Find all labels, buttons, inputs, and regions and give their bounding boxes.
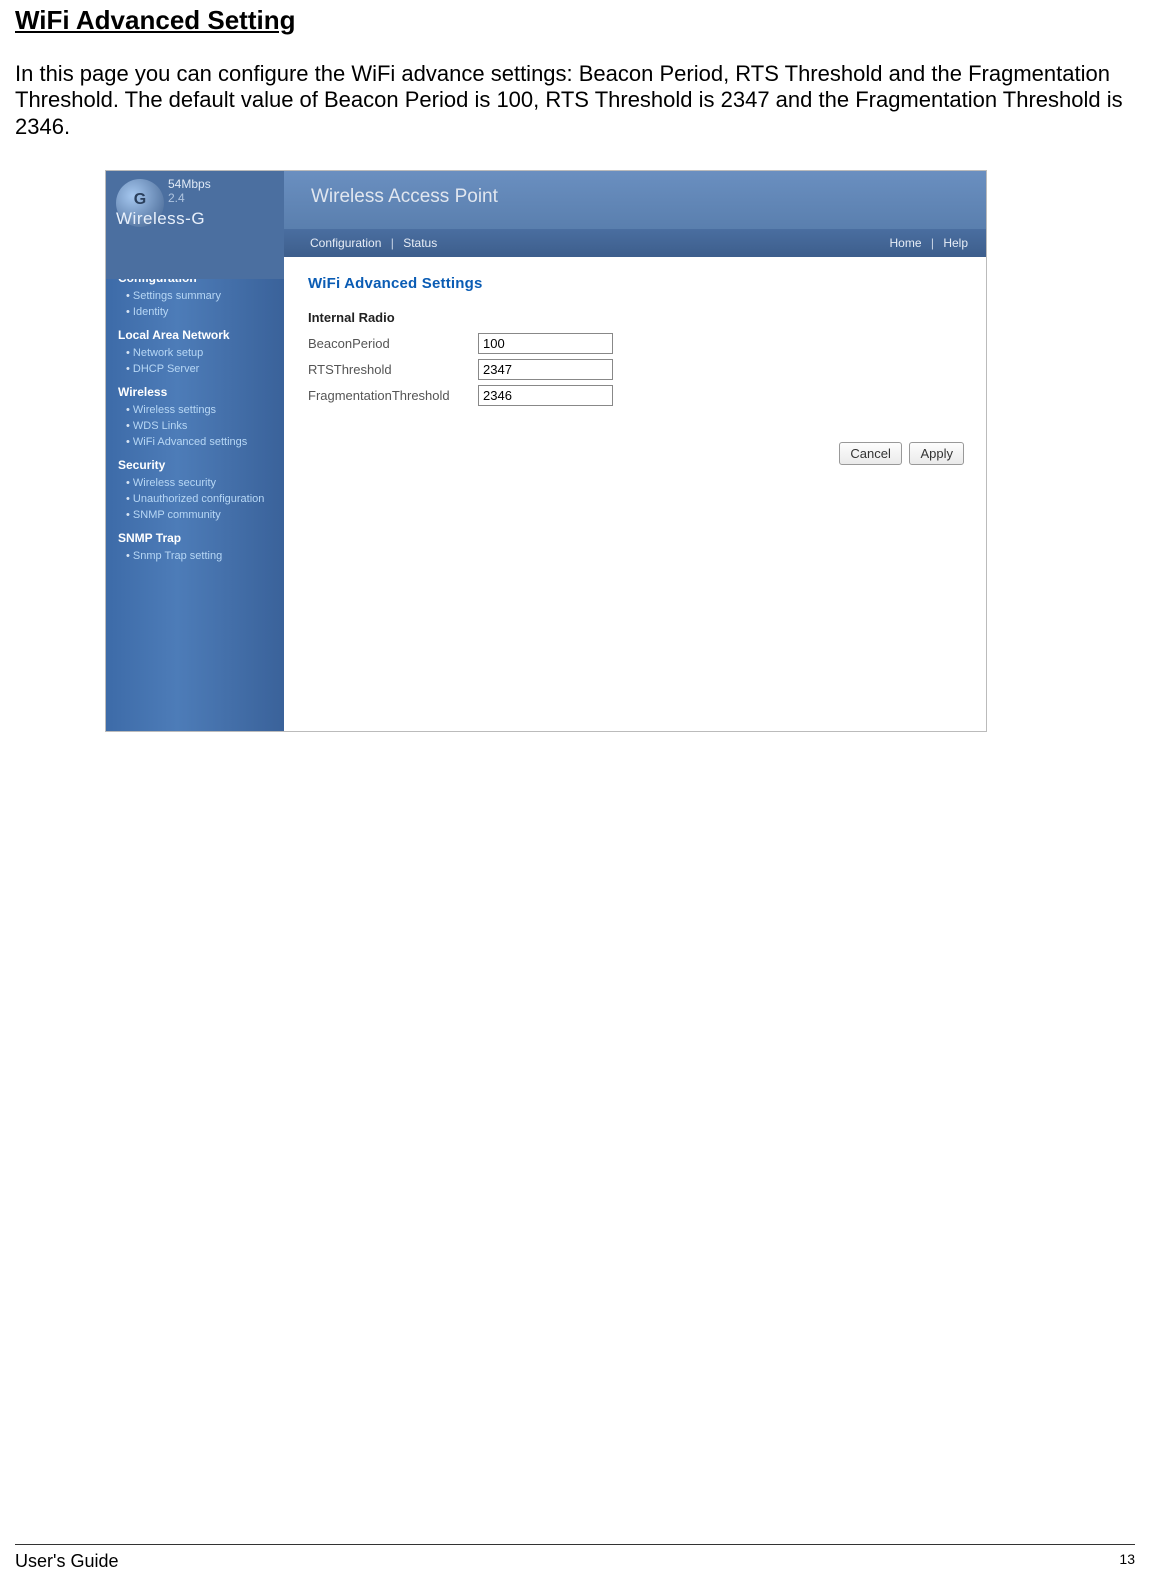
- page-number: 13: [1119, 1551, 1135, 1567]
- product-title: Wireless Access Point: [311, 186, 498, 208]
- sidebar-item-identity[interactable]: Identity: [106, 304, 284, 320]
- nav-configuration[interactable]: Configuration: [310, 236, 381, 250]
- nav-separator: |: [391, 236, 394, 250]
- logo-area: G 54Mbps 2.4 Wireless-G: [106, 171, 284, 279]
- nav-status[interactable]: Status: [403, 236, 437, 250]
- doc-description: In this page you can configure the WiFi …: [15, 61, 1135, 140]
- sidebar-item-unauthorized-config[interactable]: Unauthorized configuration: [106, 491, 284, 507]
- sidebar-item-settings-summary[interactable]: Settings summary: [106, 288, 284, 304]
- nav-bar: Configuration | Status Home | Help: [284, 229, 986, 257]
- content-title: WiFi Advanced Settings: [308, 275, 962, 292]
- content-area: WiFi Advanced Settings Internal Radio Be…: [284, 257, 986, 731]
- beacon-period-input[interactable]: [478, 333, 613, 354]
- sidebar-item-wds-links[interactable]: WDS Links: [106, 418, 284, 434]
- rts-threshold-input[interactable]: [478, 359, 613, 380]
- sidebar-item-snmp-trap-setting[interactable]: Snmp Trap setting: [106, 548, 284, 564]
- logo-name: Wireless-G: [116, 209, 205, 229]
- sidebar-item-snmp-community[interactable]: SNMP community: [106, 507, 284, 523]
- nav-separator: |: [931, 236, 934, 250]
- beacon-period-label: BeaconPeriod: [308, 336, 478, 351]
- sidebar-item-wireless-settings[interactable]: Wireless settings: [106, 402, 284, 418]
- sidebar-item-wireless-security[interactable]: Wireless security: [106, 475, 284, 491]
- sidebar-item-network-setup[interactable]: Network setup: [106, 345, 284, 361]
- cancel-button[interactable]: Cancel: [839, 442, 901, 465]
- router-screenshot: G 54Mbps 2.4 Wireless-G Wireless Access …: [105, 170, 987, 732]
- internal-radio-heading: Internal Radio: [308, 310, 962, 325]
- logo-band: 2.4: [168, 191, 185, 205]
- header-bar: G 54Mbps 2.4 Wireless-G Wireless Access …: [106, 171, 986, 229]
- fragmentation-threshold-input[interactable]: [478, 385, 613, 406]
- sidebar: Configuration Settings summary Identity …: [106, 257, 284, 731]
- sidebar-item-wifi-advanced[interactable]: WiFi Advanced settings: [106, 434, 284, 450]
- section-security: Security: [106, 450, 284, 475]
- page-footer: User's Guide 13: [15, 1544, 1135, 1572]
- apply-button[interactable]: Apply: [909, 442, 964, 465]
- rts-threshold-label: RTSThreshold: [308, 362, 478, 377]
- section-wireless: Wireless: [106, 377, 284, 402]
- logo-speed: 54Mbps: [168, 177, 211, 191]
- section-lan: Local Area Network: [106, 320, 284, 345]
- fragmentation-threshold-label: FragmentationThreshold: [308, 388, 478, 403]
- nav-home[interactable]: Home: [889, 236, 921, 250]
- section-snmp-trap: SNMP Trap: [106, 523, 284, 548]
- footer-guide: User's Guide: [15, 1551, 118, 1572]
- sidebar-item-dhcp[interactable]: DHCP Server: [106, 361, 284, 377]
- doc-title: WiFi Advanced Setting: [15, 5, 1135, 36]
- nav-help[interactable]: Help: [943, 236, 968, 250]
